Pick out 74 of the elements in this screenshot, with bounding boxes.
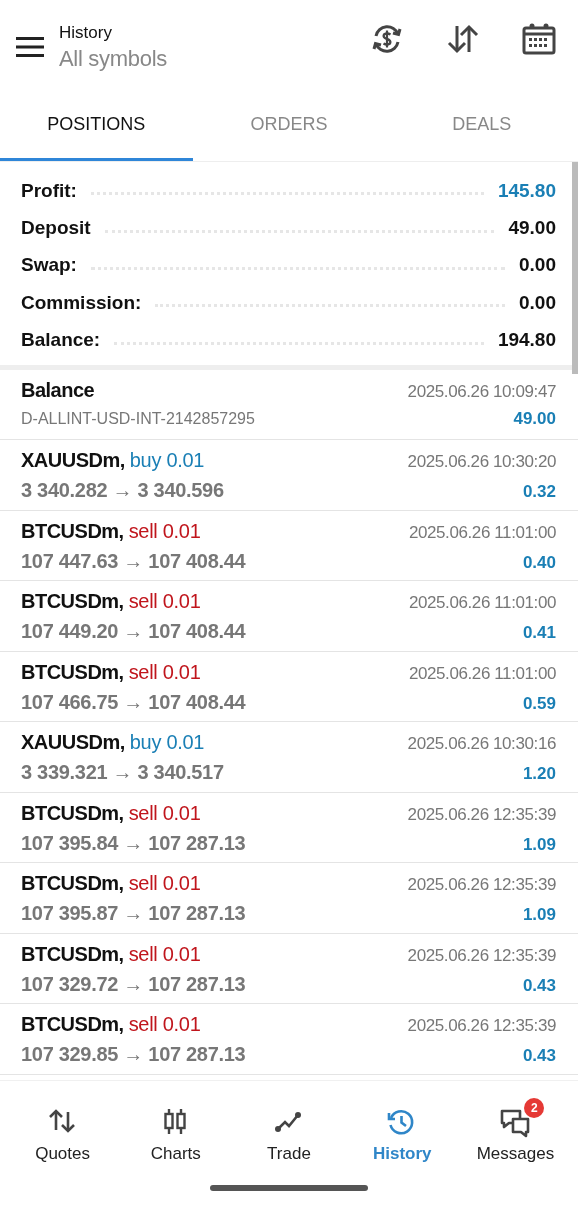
trade-volume: sell 0.01 [128,872,201,896]
timestamp: 2025.06.26 11:01:00 [408,522,556,543]
profit-value: 0.59 [522,693,556,714]
summary-value: 0.00 [519,291,556,314]
timestamp: 2025.06.26 11:01:00 [408,593,556,614]
summary-value: 0.00 [519,254,556,277]
price-range: 107 395.84 → 107 287.13 [21,831,246,855]
summary-label: Commission: [21,291,142,314]
price-range: 107 329.72 → 107 287.13 [21,972,246,996]
profit-value: 0.41 [522,623,556,644]
account-id: D-ALLINT-USD-INT-2142857295 [21,409,255,428]
screen-title: History [59,23,113,43]
trade-volume: sell 0.01 [128,660,201,684]
trade-volume: sell 0.01 [128,590,201,614]
summary-label: Profit: [21,179,77,202]
symbol-name: BTCUSDm, [21,519,124,543]
trade-volume: sell 0.01 [128,801,201,825]
summary-value: 145.80 [497,179,556,202]
price-range: 107 329.85 → 107 287.13 [21,1043,246,1067]
timestamp: 2025.06.26 10:09:47 [407,381,556,402]
profit-value: 0.32 [522,482,556,503]
trade-volume: buy 0.01 [129,731,205,755]
symbol-name: BTCUSDm, [21,801,124,825]
tab[interactable]: ORDERS [192,95,386,161]
timestamp: 2025.06.26 10:30:20 [407,452,556,473]
profit-value: 0.43 [522,1046,556,1067]
profit-value: 1.09 [522,834,556,855]
timestamp: 2025.06.26 12:35:39 [407,945,556,966]
summary-value: 49.00 [508,217,556,240]
trade-volume: sell 0.01 [128,519,201,543]
symbol-filter[interactable]: All symbols [59,46,370,72]
price-range: 3 339.321 → 3 340.517 [21,761,224,785]
notification-badge: 2 [524,1098,545,1118]
calendar-icon[interactable] [522,21,556,56]
nav-tab[interactable]: Trade [232,1096,346,1166]
summary-label: Deposit [21,217,91,240]
trade-volume: sell 0.01 [128,1013,201,1037]
entry-title: Balance [21,378,95,402]
symbol-name: XAUUSDm, [21,731,125,755]
profit-value: 0.43 [522,975,556,996]
symbol-name: BTCUSDm, [21,660,124,684]
nav-tab[interactable]: History [345,1096,459,1166]
price-range: 107 466.75 → 107 408.44 [21,690,246,714]
timestamp: 2025.06.26 12:35:39 [407,875,556,896]
price-range: 107 447.63 → 107 408.44 [21,549,246,573]
profit-value: 0.40 [522,552,556,573]
symbol-name: BTCUSDm, [21,872,124,896]
timestamp: 2025.06.26 11:01:00 [408,663,556,684]
symbol-name: BTCUSDm, [21,942,124,966]
summary-label: Balance: [21,329,101,352]
timestamp: 2025.06.26 12:35:39 [407,804,556,825]
nav-tab[interactable]: Charts [119,1096,233,1166]
tab[interactable]: POSITIONS [0,95,193,161]
profit-value: 49.00 [513,408,556,429]
trade-volume: sell 0.01 [128,942,201,966]
timestamp: 2025.06.26 12:35:39 [407,1016,556,1037]
nav-tab[interactable]: 2 Messages [458,1096,572,1166]
price-range: 107 449.20 → 107 408.44 [21,620,246,644]
nav-tab[interactable]: Quotes [6,1096,120,1166]
tab[interactable]: DEALS [385,95,578,161]
scrollbar[interactable] [572,162,578,374]
chat-icon [500,1108,531,1138]
profit-value: 1.20 [522,764,556,785]
profit-value: 1.09 [522,905,556,926]
symbol-name: XAUUSDm, [21,449,125,473]
symbol-name: BTCUSDm, [21,590,124,614]
menu-icon[interactable] [16,36,44,57]
price-range: 3 340.282 → 3 340.596 [21,479,224,503]
trade-volume: buy 0.01 [129,449,205,473]
price-range: 107 395.87 → 107 287.13 [21,902,246,926]
symbol-name: BTCUSDm, [21,1013,124,1037]
summary-value: 194.80 [497,329,556,352]
timestamp: 2025.06.26 10:30:16 [407,734,556,755]
summary-label: Swap: [21,254,77,277]
